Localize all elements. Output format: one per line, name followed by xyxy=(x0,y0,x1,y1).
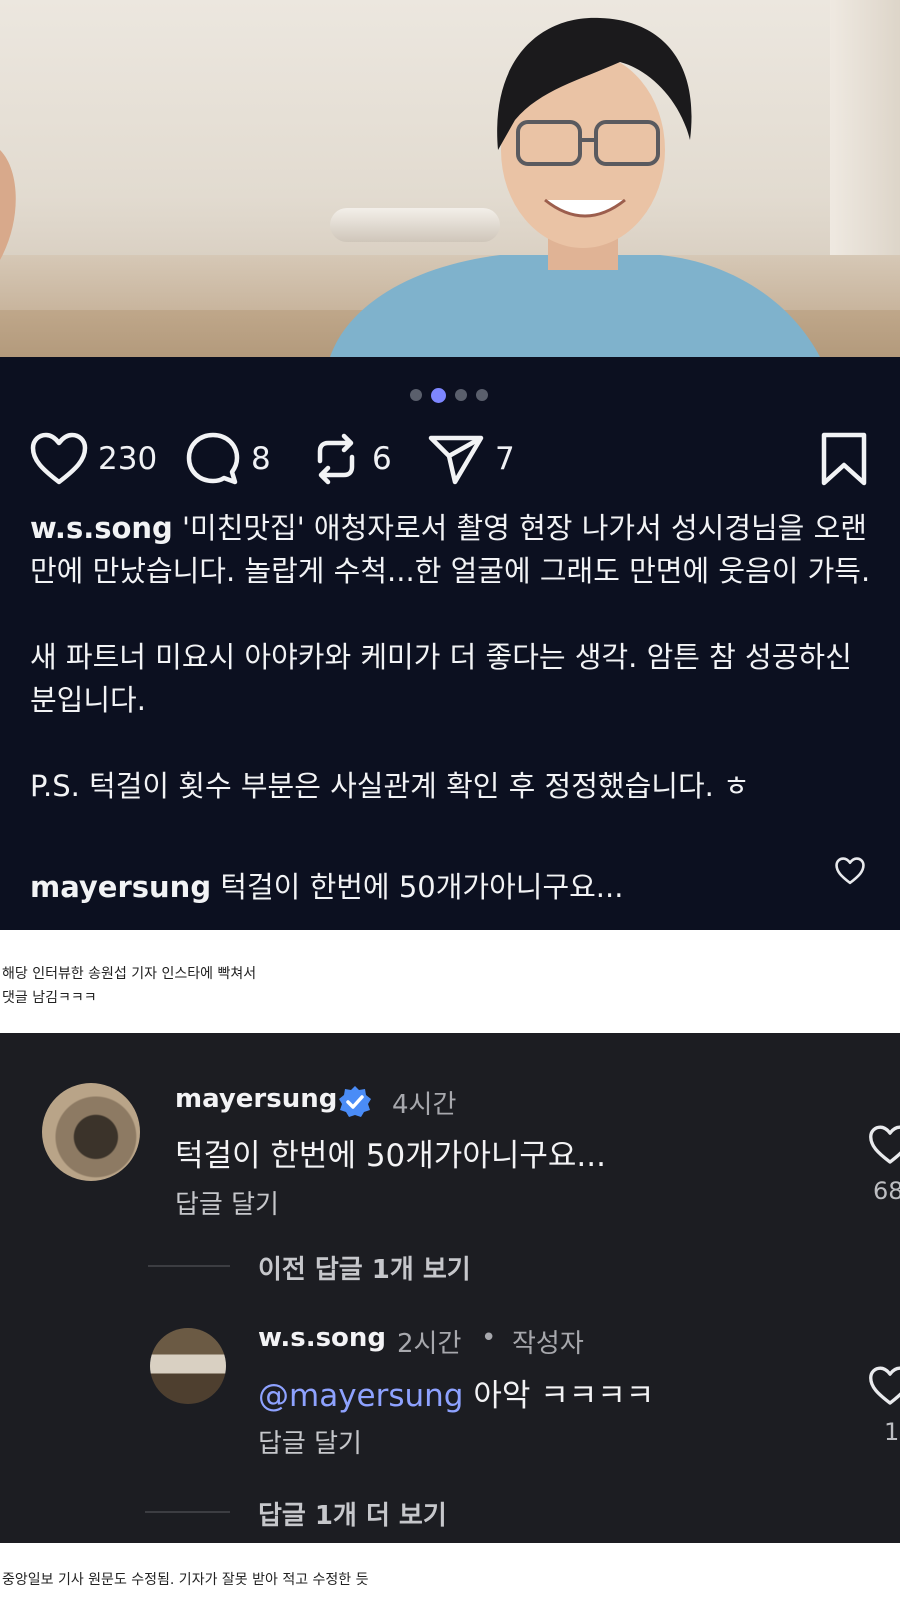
annotation-line: 중앙일보 기사 원문도 수정됨. 기자가 잘못 받아 적고 수정한 듯 xyxy=(2,1572,369,1588)
share-button[interactable]: 7 xyxy=(427,429,515,489)
reply-text: @mayersung 아악 ㅋㅋㅋㅋ xyxy=(258,1370,654,1415)
comment-text: 턱걸이 한번에 50개가아니구요... xyxy=(175,1138,606,1174)
preview-username[interactable]: mayersung xyxy=(30,870,211,904)
caption-paragraph-3: P.S. 턱걸이 횟수 부분은 사실관계 확인 후 정정했습니다. ㅎ xyxy=(30,769,750,803)
comment-username[interactable]: mayersung xyxy=(175,1084,337,1114)
carousel-indicator xyxy=(410,387,488,403)
comment-count: 8 xyxy=(251,441,271,477)
avatar[interactable] xyxy=(150,1328,226,1404)
author-badge: 작성자 xyxy=(512,1329,584,1359)
annotation-line: 댓글 남김ㅋㅋㅋ xyxy=(2,990,97,1006)
carousel-dot[interactable] xyxy=(476,389,488,401)
thread-line xyxy=(148,1265,230,1267)
send-icon xyxy=(428,435,484,485)
post-photo[interactable] xyxy=(0,0,900,357)
reply-like-count: 1 xyxy=(884,1418,900,1446)
verified-badge-icon xyxy=(339,1086,371,1117)
view-more-replies-button[interactable]: 답글 1개 더 보기 xyxy=(258,1495,447,1532)
top-comment-preview[interactable]: mayersung 턱걸이 한번에 50개가아니구요... xyxy=(30,864,870,908)
save-button[interactable] xyxy=(820,429,868,489)
repost-count: 6 xyxy=(372,441,392,477)
mention-link[interactable]: @mayersung xyxy=(258,1378,463,1414)
share-count: 7 xyxy=(495,441,515,477)
reply-button[interactable]: 답글 달기 xyxy=(175,1184,279,1221)
carousel-dot[interactable] xyxy=(410,389,422,401)
post-action-bar: 230 8 6 7 xyxy=(30,429,870,489)
like-button[interactable]: 230 xyxy=(30,429,157,489)
reply-body: 아악 ㅋㅋㅋㅋ xyxy=(463,1378,655,1414)
preview-heart-icon[interactable] xyxy=(835,857,865,885)
repost-icon xyxy=(317,433,355,485)
annotation-text-1: 해당 인터뷰한 송원섭 기자 인스타에 빡쳐서 댓글 남김ㅋㅋㅋ xyxy=(2,962,256,1010)
post-caption: w.s.song '미친맛집' 애청자로서 촬영 현장 나가서 성시경님을 오랜… xyxy=(30,507,875,808)
preview-text: 턱걸이 한번에 50개가아니구요... xyxy=(211,870,624,904)
view-previous-replies-button[interactable]: 이전 답글 1개 보기 xyxy=(258,1249,471,1286)
carousel-dot[interactable] xyxy=(455,389,467,401)
photo-person xyxy=(0,17,820,357)
like-count: 230 xyxy=(98,441,158,477)
carousel-dot-active[interactable] xyxy=(431,387,446,403)
thread-line xyxy=(145,1511,230,1513)
caption-username[interactable]: w.s.song xyxy=(30,511,173,545)
heart-icon xyxy=(30,432,88,485)
bookmark-icon xyxy=(821,432,867,486)
comment-like-count: 68 xyxy=(873,1177,900,1205)
comment-time: 4시간 xyxy=(392,1090,457,1120)
reply-heart-icon[interactable] xyxy=(868,1366,900,1406)
comment-bubble-icon xyxy=(186,432,240,485)
comment-button[interactable]: 8 xyxy=(185,429,271,489)
caption-paragraph-2: 새 파트너 미요시 아야카와 케미가 더 좋다는 생각. 암튼 참 성공하신 분… xyxy=(30,640,852,717)
avatar[interactable] xyxy=(42,1083,140,1181)
comment-heart-icon[interactable] xyxy=(868,1125,900,1165)
reply-username[interactable]: w.s.song xyxy=(258,1323,386,1353)
annotation-line: 해당 인터뷰한 송원섭 기자 인스타에 빡쳐서 xyxy=(2,966,257,982)
annotation-text-2: 중앙일보 기사 원문도 수정됨. 기자가 잘못 받아 적고 수정한 듯 xyxy=(2,1568,369,1592)
reply-button[interactable]: 답글 달기 xyxy=(258,1423,362,1460)
repost-button[interactable]: 6 xyxy=(310,429,392,489)
comments-section: mayersung 4시간 턱걸이 한번에 50개가아니구요... 답글 달기 … xyxy=(0,1033,900,1543)
separator-dot: • xyxy=(481,1323,497,1353)
reply-time: 2시간 xyxy=(397,1329,462,1359)
threads-post: 230 8 6 7 w.s.song '미친맛집' 애청자로서 촬영 현장 나가… xyxy=(0,357,900,930)
caption-paragraph: w.s.song '미친맛집' 애청자로서 촬영 현장 나가서 성시경님을 오랜… xyxy=(30,507,875,593)
